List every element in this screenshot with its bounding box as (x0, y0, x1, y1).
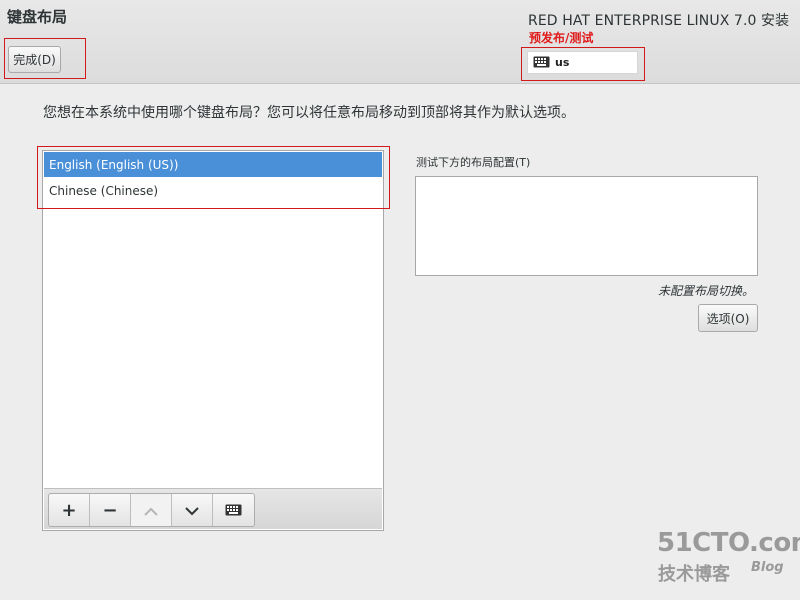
layout-switch-note: 未配置布局切换。 (657, 284, 754, 298)
chevron-up-icon (144, 501, 158, 520)
layout-item-chinese[interactable]: Chinese (Chinese) (44, 178, 382, 203)
instruction-text: 您想在本系统中使用哪个键盘布局？您可以将任意布局移动到顶部将其作为默认选项。 (43, 105, 575, 121)
header-bar: 键盘布局 完成(D) RED HAT ENTERPRISE LINUX 7.0 … (0, 0, 800, 84)
move-down-button[interactable] (172, 494, 213, 526)
chevron-down-icon (185, 501, 199, 520)
layout-item-english[interactable]: English (English (US)) (44, 152, 382, 177)
test-layout-label: 测试下方的布局配置(T) (416, 156, 531, 169)
watermark-blog-cn: 技术博客 (658, 564, 730, 585)
watermark-logo: 51CTO.com 技术博客 Blog (657, 528, 800, 588)
preview-layout-button[interactable] (213, 494, 254, 526)
keyboard-icon (225, 501, 242, 520)
layout-toolbar-group: + − (48, 493, 255, 527)
keyboard-indicator-text: us (555, 56, 570, 69)
options-button[interactable]: 选项(O) (698, 304, 758, 332)
test-layout-textarea[interactable] (415, 176, 758, 276)
watermark-blog-en: Blog (751, 560, 784, 575)
product-title: RED HAT ENTERPRISE LINUX 7.0 安装 (528, 13, 790, 29)
minus-icon: − (102, 499, 118, 521)
prerelease-label: 预发布/测试 (529, 31, 594, 45)
move-up-button[interactable] (131, 494, 172, 526)
layout-list[interactable]: English (English (US)) Chinese (Chinese)… (42, 150, 384, 531)
keyboard-layout-indicator[interactable]: us (527, 51, 638, 74)
watermark-site: 51CTO.com (657, 528, 800, 558)
remove-layout-button[interactable]: − (90, 494, 131, 526)
page-title: 键盘布局 (7, 8, 68, 26)
keyboard-icon (533, 53, 550, 72)
layout-toolbar: + − (44, 488, 382, 529)
done-button[interactable]: 完成(D) (8, 46, 61, 73)
add-layout-button[interactable]: + (49, 494, 90, 526)
plus-icon: + (61, 499, 77, 521)
